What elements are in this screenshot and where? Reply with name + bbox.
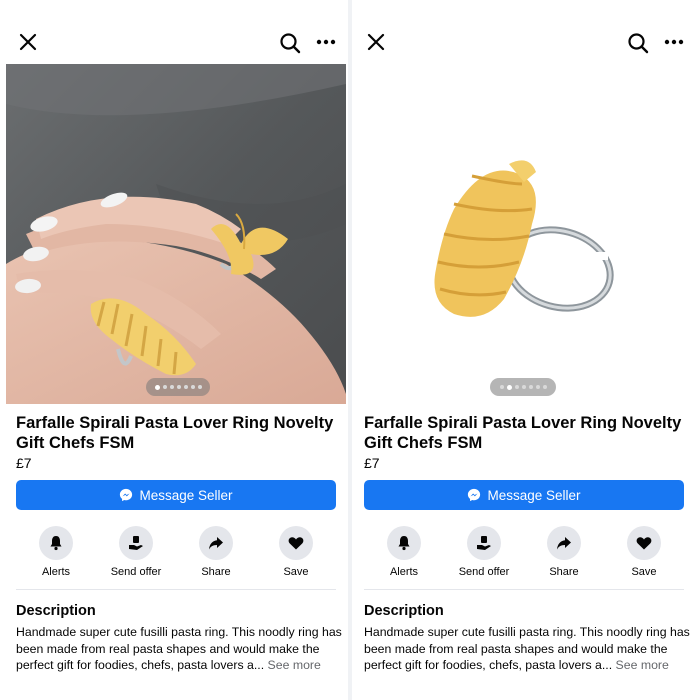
send-offer-button[interactable]: Send offer <box>444 526 524 578</box>
share-arrow-icon <box>557 537 571 550</box>
offer-icon <box>477 536 491 550</box>
send-offer-label: Send offer <box>110 566 162 578</box>
share-button[interactable]: Share <box>176 526 256 578</box>
carousel-dot <box>528 385 533 389</box>
carousel-dot <box>162 385 167 389</box>
search-icon[interactable] <box>278 31 302 55</box>
alerts-button[interactable]: Alerts <box>16 526 96 578</box>
carousel-dot <box>190 385 195 389</box>
bell-icon <box>50 536 62 551</box>
carousel-dot <box>506 384 512 390</box>
save-button[interactable]: Save <box>256 526 336 578</box>
save-label: Save <box>631 566 657 578</box>
share-button[interactable]: Share <box>524 526 604 578</box>
close-icon[interactable] <box>16 30 40 54</box>
carousel-dot <box>154 384 160 390</box>
action-row: Alerts Send offer Share Save <box>6 526 346 582</box>
share-arrow-icon <box>209 537 223 550</box>
message-seller-label: Message Seller <box>139 487 233 503</box>
see-more-link[interactable]: See more <box>268 658 321 672</box>
more-icon[interactable] <box>663 33 685 51</box>
carousel-dot <box>499 385 504 389</box>
search-icon[interactable] <box>626 31 650 55</box>
carousel-dot <box>535 385 540 389</box>
carousel-dot <box>183 385 188 389</box>
listing-panel-left: Farfalle Spirali Pasta Lover Ring Novelt… <box>6 0 346 700</box>
carousel-dot <box>542 385 547 389</box>
alerts-label: Alerts <box>41 566 71 578</box>
carousel-dot <box>521 385 526 389</box>
alerts-label: Alerts <box>389 566 419 578</box>
description-text: Handmade super cute fusilli pasta ring. … <box>16 624 342 674</box>
section-divider <box>16 589 336 590</box>
listing-title: Farfalle Spirali Pasta Lover Ring Novelt… <box>364 414 682 452</box>
bell-icon <box>398 536 410 551</box>
carousel-indicator <box>146 378 210 396</box>
more-icon[interactable] <box>315 33 337 51</box>
alerts-button[interactable]: Alerts <box>364 526 444 578</box>
message-seller-label: Message Seller <box>487 487 581 503</box>
save-label: Save <box>283 566 309 578</box>
heart-icon <box>288 537 304 550</box>
listing-title: Farfalle Spirali Pasta Lover Ring Novelt… <box>16 414 334 452</box>
see-more-link[interactable]: See more <box>616 658 669 672</box>
messenger-icon <box>120 488 133 502</box>
listing-price: £7 <box>364 455 380 471</box>
message-seller-button[interactable]: Message Seller <box>16 480 336 510</box>
description-heading: Description <box>364 603 444 619</box>
message-seller-button[interactable]: Message Seller <box>364 480 684 510</box>
carousel-dot <box>176 385 181 389</box>
section-divider <box>364 589 684 590</box>
top-bar <box>354 0 694 64</box>
send-offer-button[interactable]: Send offer <box>96 526 176 578</box>
description-text: Handmade super cute fusilli pasta ring. … <box>364 624 690 674</box>
listing-photo[interactable] <box>6 64 346 404</box>
panel-divider <box>348 0 352 700</box>
description-heading: Description <box>16 603 96 619</box>
top-bar <box>6 0 346 64</box>
action-row: Alerts Send offer Share Save <box>354 526 694 582</box>
listing-price: £7 <box>16 455 32 471</box>
close-icon[interactable] <box>364 30 388 54</box>
carousel-dot <box>514 385 519 389</box>
listing-photo[interactable] <box>354 64 694 404</box>
save-button[interactable]: Save <box>604 526 684 578</box>
carousel-dot <box>197 385 202 389</box>
carousel-dot <box>169 385 174 389</box>
messenger-icon <box>468 488 481 502</box>
share-label: Share <box>549 566 579 578</box>
share-label: Share <box>201 566 231 578</box>
heart-icon <box>636 537 652 550</box>
listing-panel-right: Farfalle Spirali Pasta Lover Ring Novelt… <box>354 0 694 700</box>
offer-icon <box>129 536 143 550</box>
carousel-indicator <box>490 378 556 396</box>
send-offer-label: Send offer <box>458 566 510 578</box>
